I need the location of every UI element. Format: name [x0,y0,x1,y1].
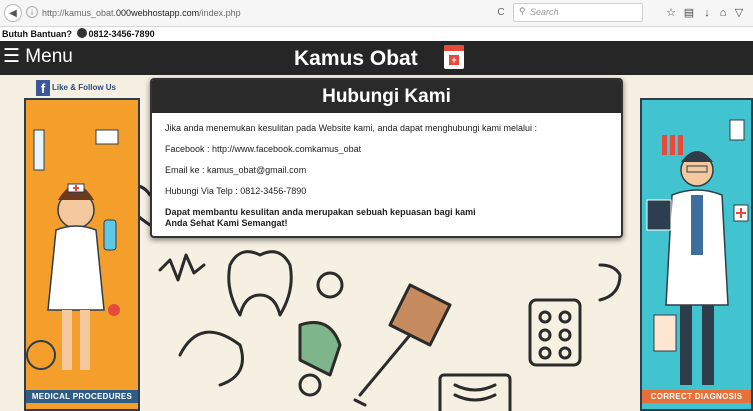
right-banner-correct-diagnosis: CORRECT DIAGNOSIS [640,98,753,411]
reload-icon[interactable]: C [493,5,509,21]
bookmark-star-icon[interactable]: ☆ [664,5,678,21]
search-icon: ⚲ [519,6,526,16]
browser-toolbar: ◀ i http://kamus_obat.000webhostapp.com/… [0,0,753,27]
facebook-like-label: Like & Follow Us [52,83,117,93]
facebook-like-link[interactable]: f Like & Follow Us [36,80,116,96]
info-icon[interactable]: i [26,6,38,18]
right-banner-caption: CORRECT DIAGNOSIS [642,390,751,403]
address-bar[interactable]: http://kamus_obat.000webhostapp.com/inde… [42,4,492,22]
site-navbar: ☰ Menu Kamus Obat + [0,41,753,75]
help-bar: Butuh Bantuan? 0812-3456-7890 [0,27,753,41]
back-arrow-icon[interactable]: ◀ [4,4,22,22]
reading-list-icon[interactable]: ▤ [682,5,696,21]
search-placeholder: Search [530,7,559,17]
contact-phone: Hubungi Via Telp : 0812-3456-7890 [165,186,307,196]
url-path: /index.php [199,8,241,18]
url-domain: 000webhostapp.com [116,8,200,18]
facebook-icon: f [36,80,50,96]
left-banner-medical-procedures: MEDICAL PROCEDURES [24,98,140,411]
left-banner-caption: MEDICAL PROCEDURES [26,390,138,403]
modal-body: Jika anda menemukan kesulitan pada Websi… [152,113,621,229]
search-input[interactable]: ⚲ Search [513,3,643,22]
contact-email[interactable]: Email ke : kamus_obat@gmail.com [165,165,608,176]
home-icon[interactable]: ⌂ [716,5,730,21]
menu-button[interactable]: ☰ Menu [3,43,73,71]
help-label: Butuh Bantuan? [2,29,72,39]
download-icon[interactable]: ↓ [700,5,714,21]
phone-icon [76,28,87,38]
contact-intro: Jika anda menemukan kesulitan pada Websi… [165,123,538,133]
modal-title: Hubungi Kami [152,80,621,113]
contact-facebook[interactable]: Facebook : http://www.facebook.comkamus_… [165,144,608,155]
nurse-illustration-icon [26,129,120,370]
url-prefix: http://kamus_obat. [42,8,117,18]
closing-line-1: Dapat membantu kesulitan anda merupakan … [165,207,476,217]
help-phone: 0812-3456-7890 [88,29,155,39]
site-title[interactable]: Kamus Obat [294,44,418,74]
closing-line-2: Anda Sehat Kami Semangat! [165,218,288,228]
pocket-icon[interactable]: ▽ [732,5,746,21]
contact-modal: Hubungi Kami Jika anda menemukan kesulit… [150,78,623,238]
doctor-illustration-icon [646,119,749,385]
medicine-box-icon: + [444,45,464,69]
